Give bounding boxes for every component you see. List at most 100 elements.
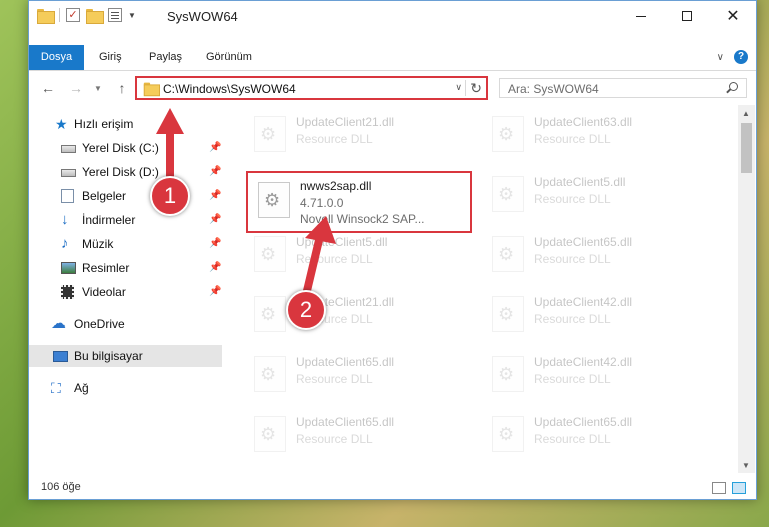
documents-icon (61, 189, 74, 203)
sidebar-item-this-pc[interactable]: Bu bilgisayar (29, 345, 222, 367)
sidebar-item-downloads[interactable]: ↓ İndirmeler 📌 (29, 209, 222, 231)
close-button[interactable]: ✕ (710, 1, 756, 31)
address-folder-icon (143, 82, 160, 97)
tab-file[interactable]: Dosya (29, 45, 84, 70)
title-bar: ✓ ▼ SysWOW64 ✕ (29, 1, 756, 31)
file-item-highlighted[interactable]: nwws2sap.dll 4.71.0.0 Novell Winsock2 SA… (246, 171, 472, 233)
dll-file-icon (492, 356, 524, 392)
sidebar-item-music[interactable]: ♪ Müzik 📌 (29, 233, 222, 255)
tab-view[interactable]: Görünüm (194, 45, 264, 70)
expand-ribbon-chevron-icon[interactable]: ∨ (717, 52, 724, 63)
maximize-icon (682, 11, 692, 21)
sidebar-item-label: Yerel Disk (C:) (82, 141, 159, 155)
file-name: UpdateClient63.dll (534, 115, 633, 129)
file-type: Resource DLL (296, 432, 373, 446)
address-bar[interactable]: C:\Windows\SysWOW64 ∨ ↻ (135, 76, 488, 100)
dll-file-icon (254, 116, 286, 152)
properties-check-icon[interactable]: ✓ (66, 8, 80, 22)
pin-icon[interactable]: 📌 (209, 166, 221, 177)
quick-access-toolbar: ✓ ▼ (37, 8, 136, 24)
back-button[interactable]: ← (39, 80, 57, 96)
sidebar-item-label: Ağ (74, 381, 89, 395)
computer-icon (53, 351, 68, 362)
customize-toolbar-chevron-icon[interactable]: ▼ (128, 11, 136, 20)
details-view-icon[interactable] (712, 482, 726, 494)
file-item[interactable]: UpdateClient5.dll Resource DLL (244, 227, 470, 281)
file-type: Resource DLL (534, 132, 611, 146)
file-name: UpdateClient5.dll (296, 235, 388, 249)
pictures-icon (61, 262, 76, 274)
address-history-chevron-icon[interactable]: ∨ (455, 82, 462, 93)
file-type: Resource DLL (534, 192, 611, 206)
dll-file-icon (254, 236, 286, 272)
ribbon-controls: ∨ ? (717, 50, 748, 64)
file-name: UpdateClient65.dll (534, 235, 633, 249)
sidebar-item-label: Belgeler (82, 189, 127, 203)
file-item[interactable]: UpdateClient65.dll Resource DLL (482, 407, 708, 461)
file-item[interactable]: UpdateClient65.dll Resource DLL (482, 227, 708, 281)
videos-icon (61, 285, 74, 299)
maximize-button[interactable] (664, 1, 710, 31)
search-input[interactable]: Ara: SysWOW64 (499, 78, 747, 98)
sidebar-item-local-disk-c[interactable]: Yerel Disk (C:) 📌 (29, 137, 222, 159)
large-icons-view-icon[interactable] (732, 482, 746, 494)
window-title: SysWOW64 (167, 9, 238, 24)
file-item[interactable]: UpdateClient42.dll Resource DLL (482, 347, 708, 401)
new-folder-icon[interactable] (86, 8, 104, 24)
pin-icon[interactable]: 📌 (209, 142, 221, 153)
sidebar-item-quick-access[interactable]: ★ Hızlı erişim (29, 113, 222, 135)
sidebar-item-label: Bu bilgisayar (74, 349, 143, 363)
file-name: UpdateClient65.dll (296, 415, 395, 429)
sidebar-item-onedrive[interactable]: ☁ OneDrive (29, 313, 222, 335)
pin-icon[interactable]: 📌 (209, 190, 221, 201)
sidebar-item-network[interactable]: ⛶ Ağ (29, 377, 222, 399)
search-icon[interactable] (729, 82, 738, 91)
help-icon[interactable]: ? (734, 50, 748, 64)
address-path[interactable]: C:\Windows\SysWOW64 (163, 82, 296, 96)
sidebar-item-label: Videolar (82, 285, 126, 299)
file-type: Resource DLL (534, 372, 611, 386)
music-icon: ♪ (61, 235, 69, 252)
file-item[interactable]: UpdateClient21.dll Resource DLL (244, 107, 470, 161)
file-item[interactable]: UpdateClient5.dll Resource DLL (482, 167, 708, 221)
sidebar-item-videos[interactable]: Videolar 📌 (29, 281, 222, 303)
pin-icon[interactable]: 📌 (209, 262, 221, 273)
view-buttons (712, 482, 746, 494)
file-item[interactable]: UpdateClient63.dll Resource DLL (482, 107, 708, 161)
file-item[interactable]: UpdateClient21.dll Resource DLL (244, 287, 470, 341)
file-type: Resource DLL (296, 372, 373, 386)
toolbar-separator (59, 8, 60, 22)
sidebar-item-pictures[interactable]: Resimler 📌 (29, 257, 222, 279)
refresh-button[interactable]: ↻ (465, 80, 482, 96)
tab-home[interactable]: Giriş (87, 45, 134, 70)
vertical-scrollbar[interactable]: ▲ ▼ (738, 105, 755, 473)
pin-icon[interactable]: 📌 (209, 238, 221, 249)
file-item[interactable]: UpdateClient65.dll Resource DLL (244, 407, 470, 461)
file-type: Resource DLL (534, 432, 611, 446)
forward-button[interactable]: → (67, 80, 85, 96)
dll-file-icon (254, 416, 286, 452)
pin-icon[interactable]: 📌 (209, 286, 221, 297)
scroll-down-icon[interactable]: ▼ (742, 461, 750, 470)
scroll-up-icon[interactable]: ▲ (742, 109, 750, 118)
sidebar-item-local-disk-d[interactable]: Yerel Disk (D:) 📌 (29, 161, 222, 183)
drive-icon (61, 145, 76, 153)
file-item[interactable]: UpdateClient65.dll Resource DLL (244, 347, 470, 401)
sidebar-item-documents[interactable]: Belgeler 📌 (29, 185, 222, 207)
minimize-button[interactable] (618, 1, 664, 31)
item-count: 106 öğe (41, 481, 81, 493)
sidebar-item-label: Hızlı erişim (74, 117, 134, 131)
file-item[interactable]: UpdateClient42.dll Resource DLL (482, 287, 708, 341)
step-1-badge: 1 (150, 176, 190, 216)
file-name: UpdateClient65.dll (296, 355, 395, 369)
pin-icon[interactable]: 📌 (209, 214, 221, 225)
recent-locations-chevron-icon[interactable]: ▼ (89, 84, 107, 93)
tab-share[interactable]: Paylaş (137, 45, 194, 70)
file-type: Resource DLL (296, 132, 373, 146)
step-2-badge: 2 (286, 290, 326, 330)
drive-icon (61, 169, 76, 177)
up-button[interactable]: ↑ (113, 80, 131, 96)
properties-icon[interactable] (108, 8, 122, 22)
scrollbar-thumb[interactable] (741, 123, 752, 173)
dll-file-icon (254, 296, 286, 332)
